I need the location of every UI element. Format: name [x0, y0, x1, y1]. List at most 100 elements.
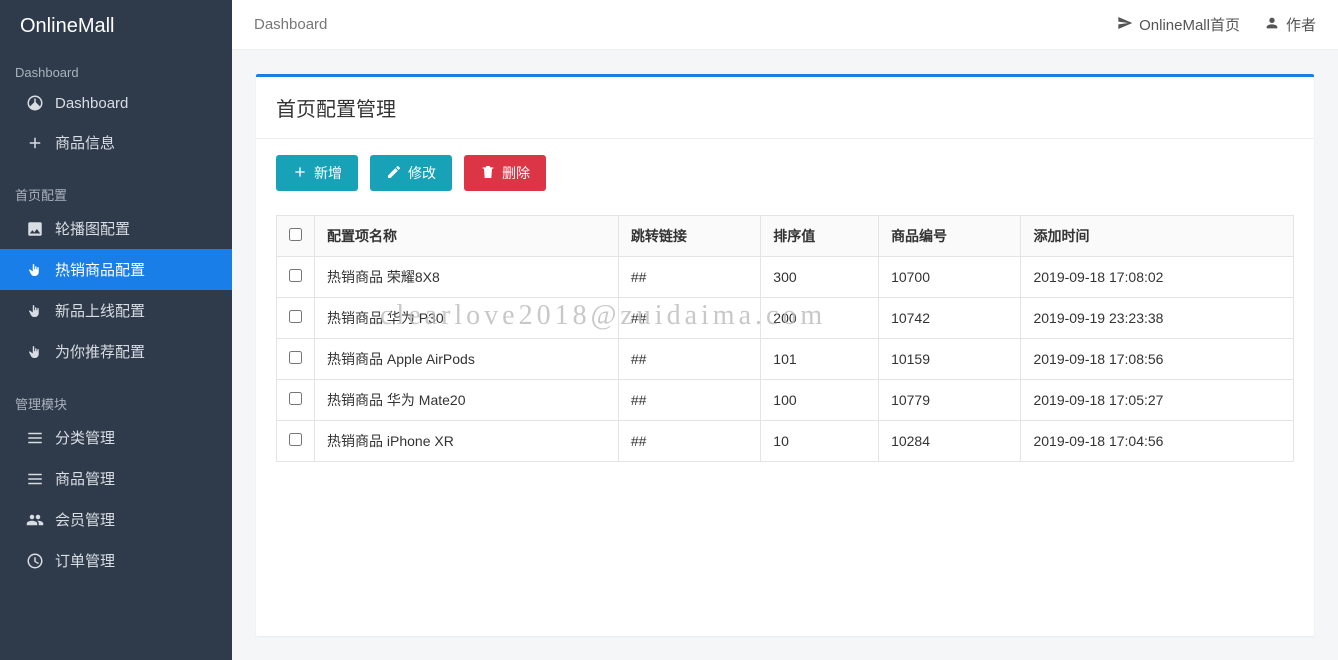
sidebar-item-label: 热销商品配置 — [55, 259, 145, 280]
cell-product-id: 10159 — [879, 339, 1021, 380]
main-area: Dashboard OnlineMall首页 作者 首页配置管理 — [232, 0, 1338, 660]
author-link-label: 作者 — [1286, 14, 1316, 35]
row-checkbox-cell — [277, 380, 315, 421]
sidebar-item-category-manage[interactable]: 分类管理 — [0, 417, 232, 458]
config-card: 首页配置管理 新增 修改 删除 — [256, 74, 1314, 636]
cell-link: ## — [618, 298, 760, 339]
cell-link: ## — [618, 380, 760, 421]
select-all-checkbox[interactable] — [289, 228, 302, 241]
table-row: 热销商品 华为 P30##200107422019-09-19 23:23:38 — [277, 298, 1294, 339]
sidebar-item-member-manage[interactable]: 会员管理 — [0, 499, 232, 540]
add-button[interactable]: 新增 — [276, 155, 358, 191]
sidebar-item-label: 商品信息 — [55, 132, 115, 153]
user-icon — [1264, 15, 1280, 35]
sidebar-item-product-manage[interactable]: 商品管理 — [0, 458, 232, 499]
row-checkbox-cell — [277, 257, 315, 298]
cell-order: 101 — [761, 339, 879, 380]
dashboard-icon — [25, 94, 45, 112]
sidebar-item-label: 订单管理 — [55, 550, 115, 571]
row-checkbox[interactable] — [289, 351, 302, 364]
users-icon — [25, 511, 45, 529]
cell-product-id: 10284 — [879, 421, 1021, 462]
delete-button[interactable]: 删除 — [464, 155, 546, 191]
sidebar-item-product-info[interactable]: 商品信息 — [0, 122, 232, 163]
sidebar-item-recommend-config[interactable]: 为你推荐配置 — [0, 331, 232, 372]
cell-link: ## — [618, 421, 760, 462]
cell-order: 200 — [761, 298, 879, 339]
row-checkbox-cell — [277, 421, 315, 462]
cell-link: ## — [618, 339, 760, 380]
table-row: 热销商品 iPhone XR##10102842019-09-18 17:04:… — [277, 421, 1294, 462]
row-checkbox[interactable] — [289, 392, 302, 405]
row-checkbox[interactable] — [289, 310, 302, 323]
cell-created: 2019-09-19 23:23:38 — [1021, 298, 1294, 339]
col-product-id: 商品编号 — [879, 216, 1021, 257]
sidebar-item-new-product-config[interactable]: 新品上线配置 — [0, 290, 232, 331]
topbar: Dashboard OnlineMall首页 作者 — [232, 0, 1338, 50]
table-row: 热销商品 华为 Mate20##100107792019-09-18 17:05… — [277, 380, 1294, 421]
cell-name: 热销商品 Apple AirPods — [315, 339, 619, 380]
table-row: 热销商品 荣耀8X8##300107002019-09-18 17:08:02 — [277, 257, 1294, 298]
cell-order: 300 — [761, 257, 879, 298]
cell-created: 2019-09-18 17:05:27 — [1021, 380, 1294, 421]
row-checkbox[interactable] — [289, 433, 302, 446]
row-checkbox-cell — [277, 298, 315, 339]
pencil-icon — [386, 164, 402, 183]
plus-icon — [292, 164, 308, 183]
sidebar: OnlineMall Dashboard Dashboard 商品信息 首页配置… — [0, 0, 232, 660]
table-row: 热销商品 Apple AirPods##101101592019-09-18 1… — [277, 339, 1294, 380]
button-row: 新增 修改 删除 — [276, 155, 1294, 191]
cell-link: ## — [618, 257, 760, 298]
home-link-label: OnlineMall首页 — [1139, 14, 1240, 35]
select-all-header — [277, 216, 315, 257]
sidebar-item-order-manage[interactable]: 订单管理 — [0, 540, 232, 581]
cell-created: 2019-09-18 17:08:56 — [1021, 339, 1294, 380]
cell-name: 热销商品 华为 P30 — [315, 298, 619, 339]
sidebar-item-label: 会员管理 — [55, 509, 115, 530]
delete-button-label: 删除 — [502, 163, 530, 183]
sidebar-item-label: 为你推荐配置 — [55, 341, 145, 362]
edit-button-label: 修改 — [408, 163, 436, 183]
trash-icon — [480, 164, 496, 183]
sidebar-item-label: 新品上线配置 — [55, 300, 145, 321]
cell-product-id: 10700 — [879, 257, 1021, 298]
cell-order: 10 — [761, 421, 879, 462]
nav-header-dashboard: Dashboard — [0, 53, 232, 84]
cell-product-id: 10779 — [879, 380, 1021, 421]
cell-name: 热销商品 iPhone XR — [315, 421, 619, 462]
card-title: 首页配置管理 — [256, 77, 1314, 139]
row-checkbox-cell — [277, 339, 315, 380]
brand-title: OnlineMall — [0, 0, 232, 53]
topbar-actions: OnlineMall首页 作者 — [1117, 14, 1316, 35]
table-header-row: 配置项名称 跳转链接 排序值 商品编号 添加时间 — [277, 216, 1294, 257]
paper-plane-icon — [1117, 15, 1133, 35]
clock-icon — [25, 552, 45, 570]
cell-order: 100 — [761, 380, 879, 421]
plus-icon — [25, 134, 45, 152]
sidebar-item-hot-sale-config[interactable]: 热销商品配置 — [0, 249, 232, 290]
cell-created: 2019-09-18 17:08:02 — [1021, 257, 1294, 298]
author-link[interactable]: 作者 — [1264, 14, 1316, 35]
col-created: 添加时间 — [1021, 216, 1294, 257]
image-icon — [25, 220, 45, 238]
config-table: 配置项名称 跳转链接 排序值 商品编号 添加时间 热销商品 荣耀8X8##300… — [276, 215, 1294, 462]
cell-name: 热销商品 荣耀8X8 — [315, 257, 619, 298]
cell-name: 热销商品 华为 Mate20 — [315, 380, 619, 421]
cell-created: 2019-09-18 17:04:56 — [1021, 421, 1294, 462]
sidebar-item-dashboard[interactable]: Dashboard — [0, 84, 232, 122]
nav-header-manage: 管理模块 — [0, 382, 232, 417]
edit-button[interactable]: 修改 — [370, 155, 452, 191]
card-body: 新增 修改 删除 — [256, 139, 1314, 636]
home-link[interactable]: OnlineMall首页 — [1117, 14, 1240, 35]
nav-header-home-config: 首页配置 — [0, 173, 232, 208]
sidebar-item-carousel-config[interactable]: 轮播图配置 — [0, 208, 232, 249]
col-name: 配置项名称 — [315, 216, 619, 257]
sidebar-scroll[interactable]: Dashboard Dashboard 商品信息 首页配置 轮播图配置 热销商品… — [0, 53, 232, 660]
content: 首页配置管理 新增 修改 删除 — [232, 50, 1338, 660]
list-icon — [25, 429, 45, 447]
col-order: 排序值 — [761, 216, 879, 257]
row-checkbox[interactable] — [289, 269, 302, 282]
sidebar-item-label: 轮播图配置 — [55, 218, 130, 239]
sidebar-item-label: 商品管理 — [55, 468, 115, 489]
hand-point-icon — [25, 343, 45, 361]
